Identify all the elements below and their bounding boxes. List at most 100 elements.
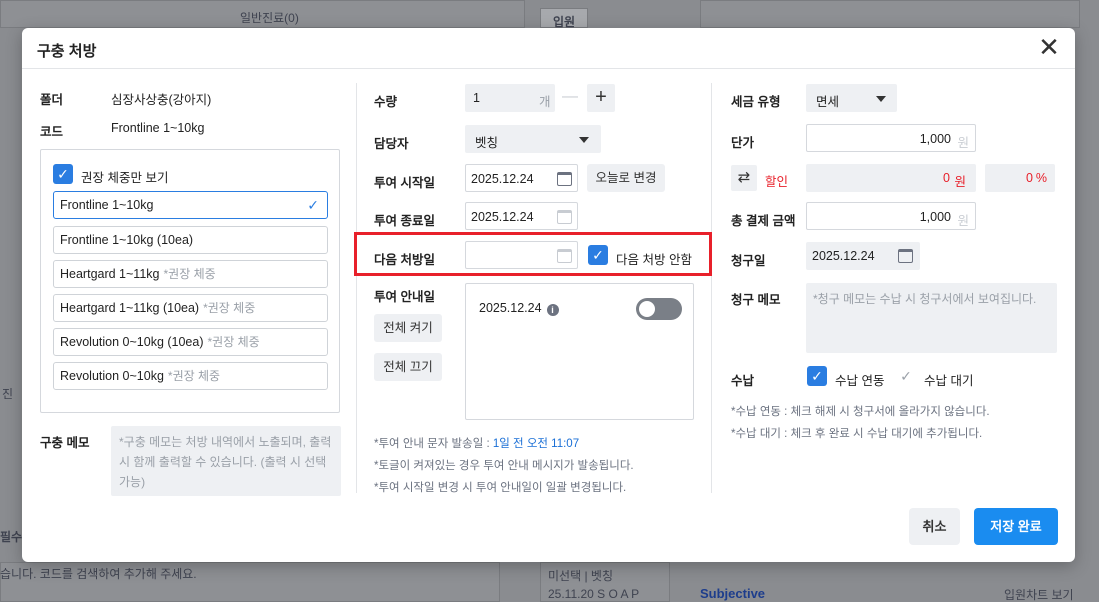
discount-won-unit: 원 [954, 175, 966, 189]
code-list-panel: ✓ 권장 체중만 보기 Frontline 1~10kg ✓ Frontline… [40, 149, 340, 413]
bg-right-panel [700, 0, 1080, 28]
list-item[interactable]: Frontline 1~10kg (10ea) [53, 226, 328, 254]
tax-type-value: 면세 [816, 95, 840, 109]
calendar-icon [557, 210, 572, 224]
discount-pct-unit: % [1035, 171, 1047, 185]
guide-date-label: 투여 안내일 [374, 290, 435, 304]
bg-bottom-cut-label: 필수 [0, 530, 23, 544]
receipt-note-2: *수납 대기 : 체크 후 완료 시 수납 대기에 추가됩니다. [731, 428, 983, 440]
bill-date-label: 청구일 [731, 254, 766, 268]
list-item[interactable]: Heartgard 1~11kg (10ea) *권장 체중 [53, 294, 328, 322]
unit-price-won: 원 [957, 136, 969, 150]
total-value: 1,000 [919, 210, 951, 224]
guide-date-text: 2025.12.24 [479, 301, 542, 315]
bill-date-input[interactable]: 2025.12.24 [806, 242, 920, 270]
next-date-label: 다음 처방일 [374, 253, 435, 267]
receipt-note-1: *수납 연동 : 체크 해제 시 청구서에 올라가지 않습니다. [731, 406, 990, 418]
guide-note-3: *투여 시작일 변경 시 투여 안내일이 일괄 변경됩니다. [374, 482, 627, 494]
list-item-tag: *권장 체중 [163, 267, 216, 281]
discount-pct-input[interactable]: 0 % [985, 164, 1055, 192]
list-item[interactable]: Revolution 0~10kg (10ea) *권장 체중 [53, 328, 328, 356]
qty-value: 1 [473, 91, 480, 105]
bill-memo-label: 청구 메모 [731, 293, 781, 307]
recommend-only-label: 권장 체중만 보기 [81, 171, 169, 185]
chevron-down-icon [876, 96, 886, 102]
list-item[interactable]: Frontline 1~10kg ✓ [53, 191, 328, 219]
manager-label: 담당자 [374, 137, 409, 151]
all-off-label: 전체 끄기 [383, 360, 433, 374]
prescription-modal: 구충 처방 ✕ 폴더 심장사상충(강아지) 코드 Frontline 1~10k… [22, 28, 1075, 562]
header-divider [22, 68, 1075, 69]
swap-icon: ⇄ [737, 169, 751, 186]
end-date-label: 투여 종료일 [374, 214, 435, 228]
receipt-wait-checkbox[interactable]: ✓ [896, 366, 916, 386]
list-item-tag: *권장 체중 [203, 301, 256, 315]
bill-date-value: 2025.12.24 [812, 249, 875, 263]
check-icon: ✓ [307, 197, 319, 213]
no-next-checkbox[interactable]: ✓ [588, 245, 608, 265]
total-input[interactable]: 1,000 원 [806, 202, 976, 230]
calendar-icon [898, 249, 913, 263]
tax-type-select[interactable]: 면세 [806, 84, 897, 112]
manager-value: 벳칭 [475, 136, 499, 150]
cancel-label: 취소 [922, 519, 947, 534]
receipt-link-checkbox[interactable]: ✓ [807, 366, 827, 386]
bg-left-cut: 진 [2, 387, 14, 401]
plus-icon: + [595, 86, 607, 108]
list-item-name: Heartgard 1~11kg [60, 267, 160, 281]
start-date-label: 투여 시작일 [374, 176, 435, 190]
list-item-name: Heartgard 1~11kg (10ea) [60, 301, 200, 315]
unit-price-value: 1,000 [919, 132, 951, 146]
start-date-input[interactable]: 2025.12.24 [465, 164, 578, 192]
qty-input[interactable]: 1 개 [465, 84, 555, 112]
list-item-tag: *권장 체중 [207, 335, 260, 349]
swap-button[interactable]: ⇄ [731, 165, 757, 191]
guide-toggle[interactable] [636, 298, 682, 320]
close-icon[interactable]: ✕ [1035, 34, 1063, 62]
all-on-label: 전체 켜기 [383, 321, 433, 335]
end-date-input[interactable]: 2025.12.24 [465, 202, 578, 230]
all-on-button[interactable]: 전체 켜기 [374, 314, 442, 342]
bg-bottom-record1: 미선택 | 벳칭 [548, 569, 613, 583]
save-button[interactable]: 저장 완료 [974, 508, 1058, 545]
code-label: 코드 [40, 125, 64, 139]
manager-select[interactable]: 벳칭 [465, 125, 601, 153]
plus-button[interactable]: + [587, 84, 615, 112]
qty-label: 수량 [374, 95, 398, 109]
column-divider-2 [711, 83, 712, 493]
bg-bottom-hint: 습니다. 코드를 검색하여 추가해 주세요. [0, 567, 197, 581]
list-item-name: Revolution 0~10kg [60, 369, 164, 383]
memo-label: 구충 메모 [40, 436, 90, 450]
discount-won-value: 0 [943, 171, 950, 185]
end-date-value: 2025.12.24 [471, 210, 534, 224]
calendar-icon [557, 249, 572, 263]
discount-pct-value: 0 [1026, 171, 1033, 185]
qty-unit: 개 [539, 95, 551, 109]
chevron-down-icon [579, 137, 589, 143]
list-item[interactable]: Revolution 0~10kg *권장 체중 [53, 362, 328, 390]
tax-type-label: 세금 유형 [731, 95, 781, 109]
guide-note-1-highlight: 1일 전 오전 11:07 [492, 438, 580, 450]
cancel-button[interactable]: 취소 [909, 508, 960, 545]
guide-date-value: 2025.12.24 i [479, 301, 559, 316]
discount-won-input[interactable]: 0 원 [806, 164, 976, 192]
bg-bottom-record2: 25.11.20 S O A P [548, 587, 640, 601]
unit-price-input[interactable]: 1,000 원 [806, 124, 976, 152]
code-value: Frontline 1~10kg [111, 121, 205, 135]
bill-memo-input[interactable]: *청구 메모는 수납 시 청구서에서 보여집니다. [806, 283, 1057, 353]
column-divider-1 [356, 83, 357, 493]
guide-note-2: *토글이 켜져있는 경우 투여 안내 메시지가 발송됩니다. [374, 460, 634, 472]
bg-inpatient-chart-btn: 입원차트 보기 [1004, 588, 1074, 602]
list-item-tag: *권장 체중 [167, 369, 221, 383]
minus-button[interactable]: — [562, 88, 578, 106]
guide-date-list: 2025.12.24 i [465, 283, 694, 420]
today-button[interactable]: 오늘로 변경 [587, 164, 665, 192]
recommend-only-checkbox[interactable]: ✓ [53, 164, 73, 184]
all-off-button[interactable]: 전체 끄기 [374, 353, 442, 381]
list-item-name: Frontline 1~10kg (10ea) [60, 233, 194, 247]
next-date-input[interactable] [465, 241, 578, 269]
memo-input[interactable]: *구충 메모는 처방 내역에서 노출되며, 출력 시 함께 출력할 수 있습니다… [111, 426, 341, 496]
total-won: 원 [957, 214, 969, 228]
list-item[interactable]: Heartgard 1~11kg *권장 체중 [53, 260, 328, 288]
info-icon: i [546, 304, 559, 316]
